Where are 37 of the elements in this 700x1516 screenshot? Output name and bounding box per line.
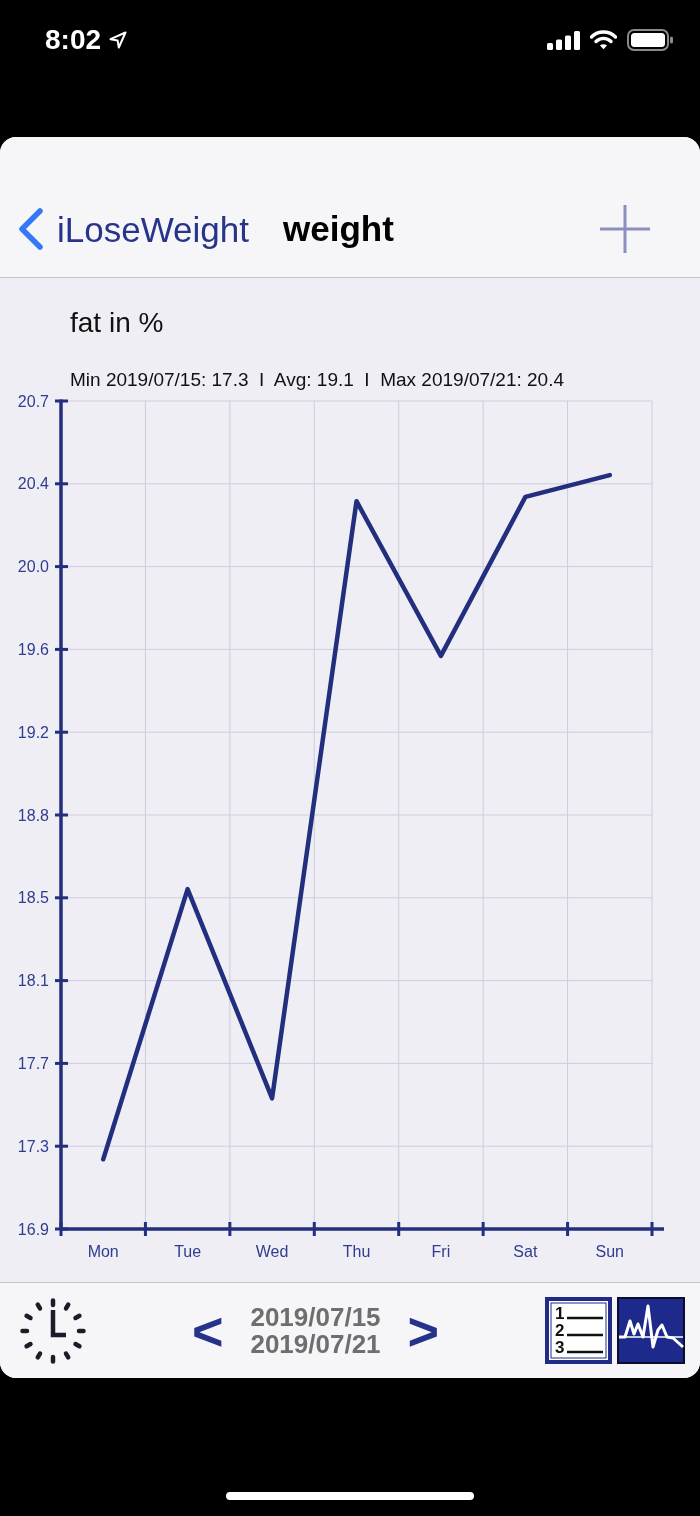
y-axis-label: 19.6 — [17, 640, 49, 658]
screen-title: weight — [283, 208, 394, 250]
x-axis-label: Mon — [87, 1243, 119, 1260]
plus-icon — [600, 205, 650, 253]
x-axis-label: Wed — [255, 1243, 289, 1260]
next-week-button[interactable]: > — [407, 1303, 440, 1358]
waveform-chart-icon — [617, 1297, 685, 1364]
summary-text: Min 2019/07/15: 17.3 I Avg: 19.1 I Max 2019/07/21: 20.4 — [70, 369, 564, 390]
x-axis-label: Fri — [431, 1243, 451, 1260]
add-button[interactable] — [600, 205, 650, 253]
y-axis-label: 18.8 — [17, 806, 49, 824]
x-axis-label: Thu — [342, 1243, 371, 1260]
y-axis-label: 18.1 — [17, 972, 49, 990]
previous-week-button[interactable]: < — [191, 1303, 224, 1358]
chart-title: fat in % — [69, 306, 165, 340]
back-button[interactable]: iLoseWeight — [18, 208, 249, 250]
y-axis-label: 20.0 — [17, 558, 49, 576]
chart-view-button[interactable] — [617, 1297, 685, 1364]
numbered-list-button[interactable]: 1 2 3 — [545, 1297, 612, 1364]
battery-icon — [627, 29, 673, 51]
y-axis-label: 17.7 — [17, 1054, 49, 1072]
clock-icon — [20, 1297, 86, 1364]
back-chevron-icon — [18, 208, 44, 250]
x-axis-label: Sun — [595, 1243, 624, 1260]
status-time: 8:02 — [45, 26, 102, 54]
y-axis-label: 19.2 — [17, 723, 49, 741]
x-axis-label: Sat — [513, 1243, 538, 1260]
location-arrow-icon — [109, 31, 128, 49]
y-axis-label: 20.4 — [17, 475, 49, 493]
y-axis-label: 18.5 — [17, 889, 49, 907]
x-axis-label: Tue — [174, 1243, 202, 1260]
wifi-icon — [590, 30, 617, 50]
y-axis-label: 17.3 — [17, 1137, 49, 1155]
y-axis-label: 16.9 — [17, 1220, 49, 1238]
history-button[interactable] — [20, 1297, 86, 1364]
y-axis-label: 20.7 — [17, 395, 49, 410]
signal-icon — [547, 30, 580, 50]
